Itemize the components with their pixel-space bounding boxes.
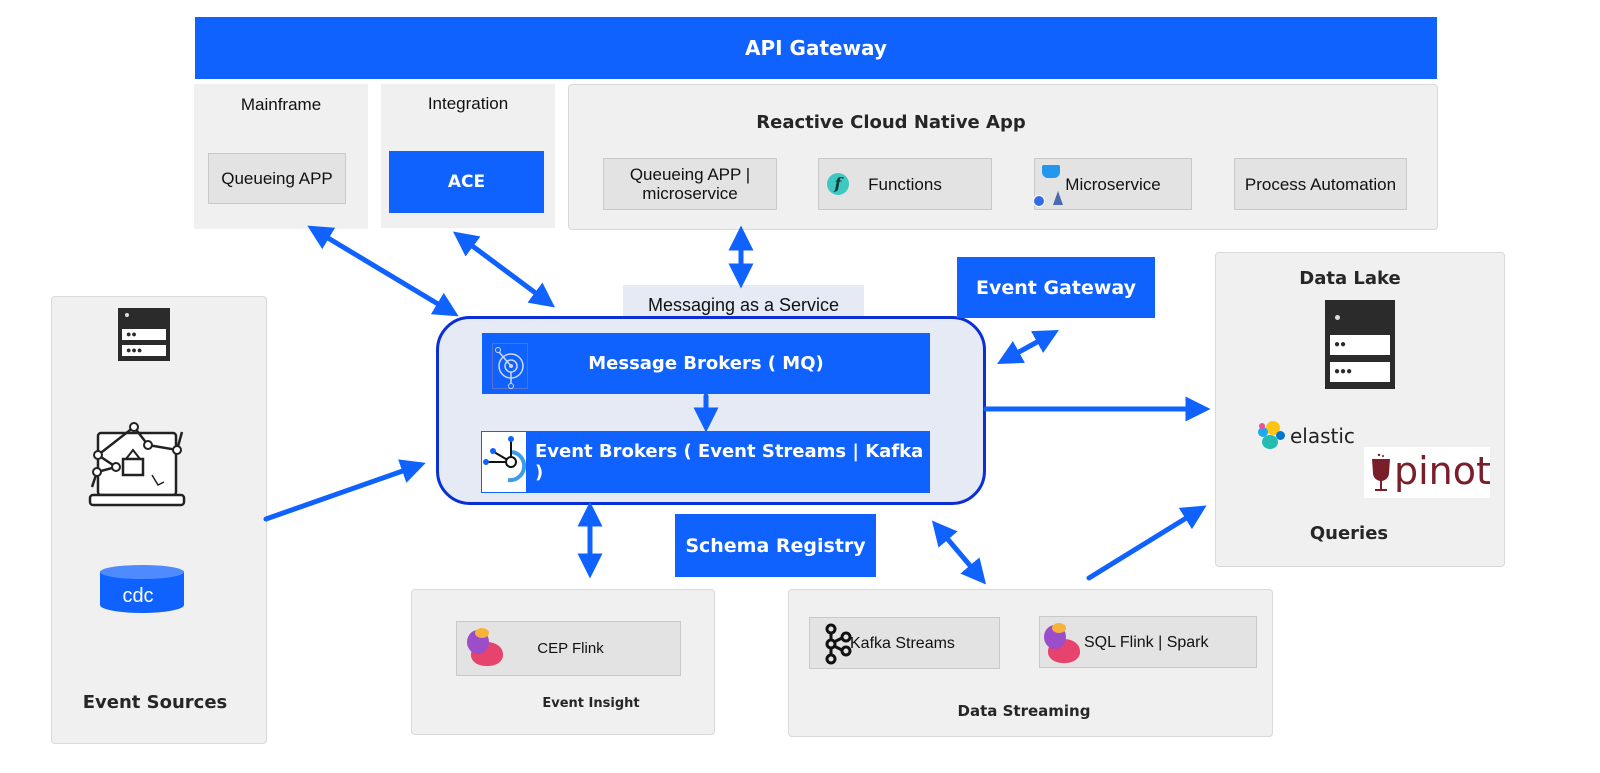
- arrow-eventsources-messaging: [263, 459, 426, 522]
- arrow-datastreaming-datalake: [1086, 505, 1207, 581]
- arrow-messaging-datastreaming: [931, 520, 987, 585]
- arrow-mainframe-messaging: [307, 225, 459, 317]
- arrow-eventgateway-messaging: [997, 329, 1059, 365]
- connection-arrows: [263, 225, 1211, 585]
- arrow-integration-messaging: [452, 231, 556, 308]
